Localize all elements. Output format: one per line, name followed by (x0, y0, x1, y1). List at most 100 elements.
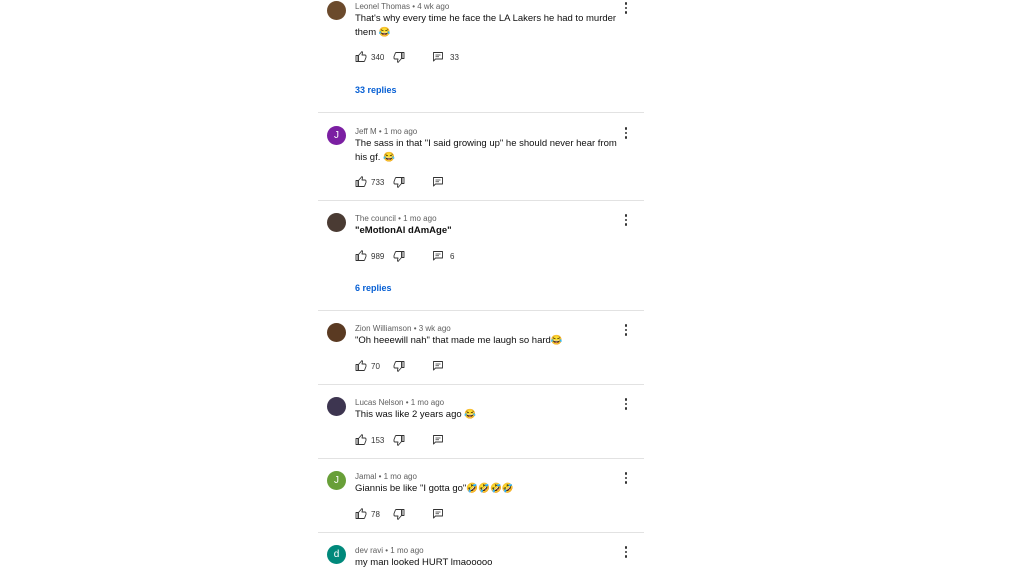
thumb-up-icon (355, 360, 367, 371)
comment-time[interactable]: 1 mo ago (384, 472, 417, 481)
thumb-down-icon (393, 509, 405, 520)
dislike-button[interactable] (393, 360, 405, 372)
thumb-down-icon (393, 177, 405, 188)
comment-actions: 153 (355, 433, 450, 447)
avatar[interactable]: J (327, 126, 346, 145)
comment-meta: dev ravi • 1 mo ago (355, 546, 424, 555)
thumb-up-icon (355, 176, 367, 187)
avatar[interactable]: J (327, 471, 346, 490)
dislike-button[interactable] (393, 51, 405, 63)
divider (318, 384, 644, 385)
more-actions-button[interactable] (620, 1, 632, 15)
divider (318, 200, 644, 201)
comment-icon (433, 251, 443, 261)
divider (318, 112, 644, 113)
meta-separator: • (411, 324, 419, 333)
like-button[interactable] (355, 51, 367, 63)
comment-time[interactable]: 1 mo ago (411, 398, 444, 407)
comment-time[interactable]: 1 mo ago (384, 127, 417, 136)
reply-button[interactable] (432, 250, 444, 262)
comment-actions: 340 33 (355, 50, 459, 64)
comment-meta: The council • 1 mo ago (355, 214, 437, 223)
more-actions-button[interactable] (620, 471, 632, 485)
avatar[interactable] (327, 397, 346, 416)
reply-count: 6 (450, 251, 455, 261)
avatar[interactable] (327, 1, 346, 20)
thumb-up-icon (355, 250, 367, 261)
avatar-letter: J (334, 130, 339, 141)
like-button[interactable] (355, 176, 367, 188)
thumb-down-icon (393, 361, 405, 372)
comment-author[interactable]: Zion Williamson (355, 324, 411, 333)
thumb-down-icon (393, 251, 405, 262)
meta-separator: • (376, 472, 384, 481)
comment-actions: 989 6 (355, 249, 454, 263)
avatar-letter: d (333, 549, 340, 560)
like-count: 153 (371, 435, 385, 445)
like-button[interactable] (355, 508, 367, 520)
comment-author[interactable]: Lucas Nelson (355, 398, 403, 407)
comment-author[interactable]: Leonel Thomas (355, 2, 410, 11)
comment-time[interactable]: 4 wk ago (417, 2, 449, 11)
comment-author[interactable]: Jeff M (355, 127, 377, 136)
like-count: 70 (371, 361, 380, 371)
comment-actions: 78 (355, 507, 450, 521)
comment-time[interactable]: 1 mo ago (403, 214, 436, 223)
more-actions-button[interactable] (620, 213, 632, 227)
reply-button[interactable] (432, 434, 444, 446)
more-actions-button[interactable] (620, 126, 632, 140)
more-vert-icon (624, 214, 628, 217)
dislike-button[interactable] (393, 434, 405, 446)
thumb-up-icon (355, 508, 367, 519)
like-count: 733 (371, 177, 385, 187)
comment-text: my man looked HURT lmaooooo (355, 557, 493, 568)
more-vert-icon (624, 2, 628, 5)
avatar[interactable] (327, 323, 346, 342)
more-actions-button[interactable] (620, 545, 632, 559)
comment-text: "eMotIonAl dAmAge" (355, 225, 452, 236)
comment-meta: Zion Williamson • 3 wk ago (355, 324, 451, 333)
like-count: 78 (371, 509, 380, 519)
like-count: 340 (371, 52, 385, 62)
like-button[interactable] (355, 434, 367, 446)
more-actions-button[interactable] (620, 323, 632, 337)
comment-text: Giannis be like "I gotta go"🤣🤣🤣🤣 (355, 483, 514, 494)
like-button[interactable] (355, 360, 367, 372)
divider (318, 310, 644, 311)
comment-author[interactable]: The council (355, 214, 396, 223)
like-button[interactable] (355, 250, 367, 262)
reply-button[interactable] (432, 360, 444, 372)
comment-icon (433, 361, 443, 371)
like-count: 989 (371, 251, 385, 261)
divider (318, 458, 644, 459)
avatar[interactable] (327, 213, 346, 232)
more-vert-icon (624, 398, 628, 401)
more-vert-icon (624, 324, 628, 327)
comment-time[interactable]: 1 mo ago (390, 546, 423, 555)
comment-time[interactable]: 3 wk ago (419, 324, 451, 333)
view-replies-button[interactable]: 6 replies (355, 283, 392, 293)
comment-actions: 70 (355, 359, 450, 373)
reply-count: 33 (450, 52, 459, 62)
comment-icon (433, 509, 443, 519)
comment-icon (433, 52, 443, 62)
comment-text: The sass in that "I said growing up" he … (355, 138, 617, 163)
thumb-down-icon (393, 52, 405, 63)
divider (318, 532, 644, 533)
avatar[interactable]: d (327, 545, 346, 564)
comment-icon (433, 435, 443, 445)
comment-meta: Jeff M • 1 mo ago (355, 127, 417, 136)
reply-button[interactable] (432, 508, 444, 520)
dislike-button[interactable] (393, 250, 405, 262)
comment-icon (433, 177, 443, 187)
dislike-button[interactable] (393, 176, 405, 188)
comment-author[interactable]: Jamal (355, 472, 376, 481)
dislike-button[interactable] (393, 508, 405, 520)
comment-author[interactable]: dev ravi (355, 546, 383, 555)
more-vert-icon (624, 127, 628, 130)
reply-button[interactable] (432, 176, 444, 188)
reply-button[interactable] (432, 51, 444, 63)
view-replies-button[interactable]: 33 replies (355, 85, 397, 95)
comment-meta: Jamal • 1 mo ago (355, 472, 417, 481)
more-actions-button[interactable] (620, 397, 632, 411)
